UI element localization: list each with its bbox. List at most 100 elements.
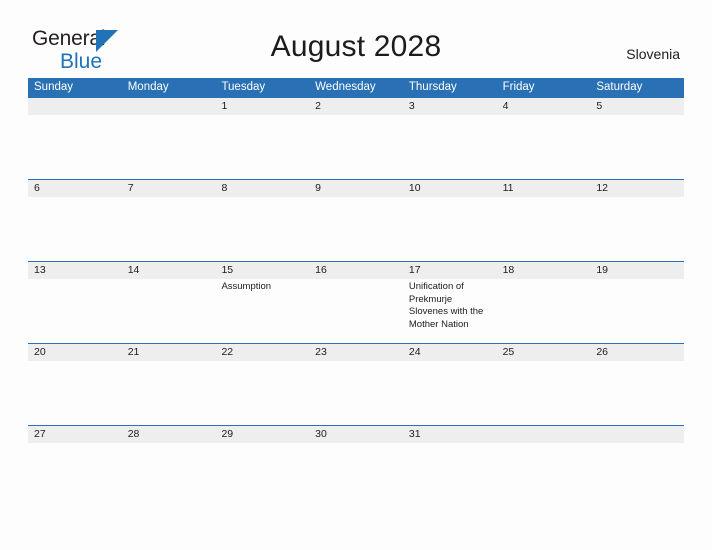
day-event[interactable] xyxy=(28,443,122,507)
day-event[interactable] xyxy=(28,279,122,343)
triangle-icon xyxy=(96,30,118,52)
day-event[interactable] xyxy=(497,279,591,343)
day-number[interactable] xyxy=(122,98,216,115)
day-number[interactable] xyxy=(497,426,591,443)
weekday-header-friday: Friday xyxy=(502,81,535,93)
day-event[interactable] xyxy=(309,361,403,425)
week-row: 1 2 3 4 5 xyxy=(28,97,684,179)
day-event[interactable]: Unification of Prekmurje Slovenes with t… xyxy=(403,279,497,343)
day-event[interactable] xyxy=(28,197,122,261)
day-event[interactable] xyxy=(497,115,591,179)
day-number[interactable]: 28 xyxy=(122,426,216,443)
day-number[interactable]: 2 xyxy=(309,98,403,115)
day-event[interactable] xyxy=(403,361,497,425)
day-number[interactable]: 7 xyxy=(122,180,216,197)
day-number[interactable]: 1 xyxy=(215,98,309,115)
page-header: General Blue August 2028 Slovenia xyxy=(0,0,712,78)
day-event[interactable] xyxy=(309,443,403,507)
week-event-band: Assumption Unification of Prekmurje Slov… xyxy=(28,279,684,343)
day-number[interactable]: 11 xyxy=(497,180,591,197)
day-number[interactable]: 18 xyxy=(497,262,591,279)
weekday-header-tuesday: Tuesday xyxy=(221,81,266,93)
day-event[interactable] xyxy=(497,443,591,507)
day-event[interactable] xyxy=(497,197,591,261)
day-number[interactable]: 3 xyxy=(403,98,497,115)
day-number[interactable]: 25 xyxy=(497,344,591,361)
day-number[interactable]: 16 xyxy=(309,262,403,279)
day-number[interactable]: 8 xyxy=(215,180,309,197)
day-event[interactable] xyxy=(122,361,216,425)
day-event[interactable] xyxy=(590,115,684,179)
week-date-band: 1 2 3 4 5 xyxy=(28,98,684,115)
day-event[interactable] xyxy=(28,115,122,179)
day-event[interactable] xyxy=(215,115,309,179)
day-number[interactable]: 14 xyxy=(122,262,216,279)
day-event[interactable] xyxy=(28,361,122,425)
day-event[interactable] xyxy=(215,361,309,425)
day-number[interactable]: 13 xyxy=(28,262,122,279)
weekday-header-thursday: Thursday xyxy=(408,81,457,93)
day-number[interactable]: 26 xyxy=(590,344,684,361)
day-event[interactable] xyxy=(122,443,216,507)
weekday-header-row: Sunday Monday Tuesday Wednesday Thursday… xyxy=(28,78,684,97)
day-event[interactable] xyxy=(122,115,216,179)
day-number[interactable] xyxy=(590,426,684,443)
weekday-header-wednesday: Wednesday xyxy=(315,81,376,93)
week-row: 27 28 29 30 31 xyxy=(28,425,684,507)
generalblue-logo[interactable]: General Blue xyxy=(32,28,142,72)
calendar-grid: Sunday Monday Tuesday Wednesday Thursday… xyxy=(28,78,684,507)
day-event[interactable] xyxy=(215,443,309,507)
day-number[interactable]: 17 xyxy=(403,262,497,279)
day-number[interactable]: 19 xyxy=(590,262,684,279)
day-event[interactable] xyxy=(590,443,684,507)
weekday-header-monday: Monday xyxy=(127,81,169,93)
day-number[interactable]: 15 xyxy=(215,262,309,279)
day-number[interactable]: 5 xyxy=(590,98,684,115)
week-row: 20 21 22 23 24 25 26 xyxy=(28,343,684,425)
week-date-band: 6 7 8 9 10 11 12 xyxy=(28,180,684,197)
day-number[interactable]: 6 xyxy=(28,180,122,197)
week-date-band: 13 14 15 16 17 18 19 xyxy=(28,262,684,279)
day-number[interactable] xyxy=(28,98,122,115)
day-event[interactable] xyxy=(590,279,684,343)
day-number[interactable]: 30 xyxy=(309,426,403,443)
day-event[interactable] xyxy=(122,197,216,261)
week-event-band xyxy=(28,361,684,425)
day-number[interactable]: 10 xyxy=(403,180,497,197)
week-row: 13 14 15 16 17 18 19 Assumption Unificat… xyxy=(28,261,684,343)
week-event-band xyxy=(28,443,684,507)
day-event[interactable] xyxy=(403,115,497,179)
week-row: 6 7 8 9 10 11 12 xyxy=(28,179,684,261)
day-event[interactable] xyxy=(590,197,684,261)
week-event-band xyxy=(28,115,684,179)
day-event[interactable]: Assumption xyxy=(215,279,309,343)
day-event[interactable] xyxy=(122,279,216,343)
day-number[interactable]: 24 xyxy=(403,344,497,361)
day-number[interactable]: 23 xyxy=(309,344,403,361)
week-date-band: 20 21 22 23 24 25 26 xyxy=(28,344,684,361)
day-number[interactable]: 20 xyxy=(28,344,122,361)
day-number[interactable]: 4 xyxy=(497,98,591,115)
day-number[interactable]: 9 xyxy=(309,180,403,197)
day-event[interactable] xyxy=(309,115,403,179)
day-number[interactable]: 31 xyxy=(403,426,497,443)
week-date-band: 27 28 29 30 31 xyxy=(28,426,684,443)
week-event-band xyxy=(28,197,684,261)
logo-text-general: General xyxy=(32,27,106,50)
day-number[interactable]: 29 xyxy=(215,426,309,443)
day-number[interactable]: 21 xyxy=(122,344,216,361)
day-event[interactable] xyxy=(309,197,403,261)
weekday-header-saturday: Saturday xyxy=(596,81,643,93)
day-event[interactable] xyxy=(590,361,684,425)
logo-text-blue: Blue xyxy=(60,50,103,73)
day-number[interactable]: 12 xyxy=(590,180,684,197)
country-label: Slovenia xyxy=(626,46,680,62)
day-event[interactable] xyxy=(403,197,497,261)
day-event[interactable] xyxy=(215,197,309,261)
day-event[interactable] xyxy=(309,279,403,343)
day-number[interactable]: 22 xyxy=(215,344,309,361)
day-event[interactable] xyxy=(403,443,497,507)
day-event[interactable] xyxy=(497,361,591,425)
weekday-header-sunday: Sunday xyxy=(34,81,74,93)
day-number[interactable]: 27 xyxy=(28,426,122,443)
